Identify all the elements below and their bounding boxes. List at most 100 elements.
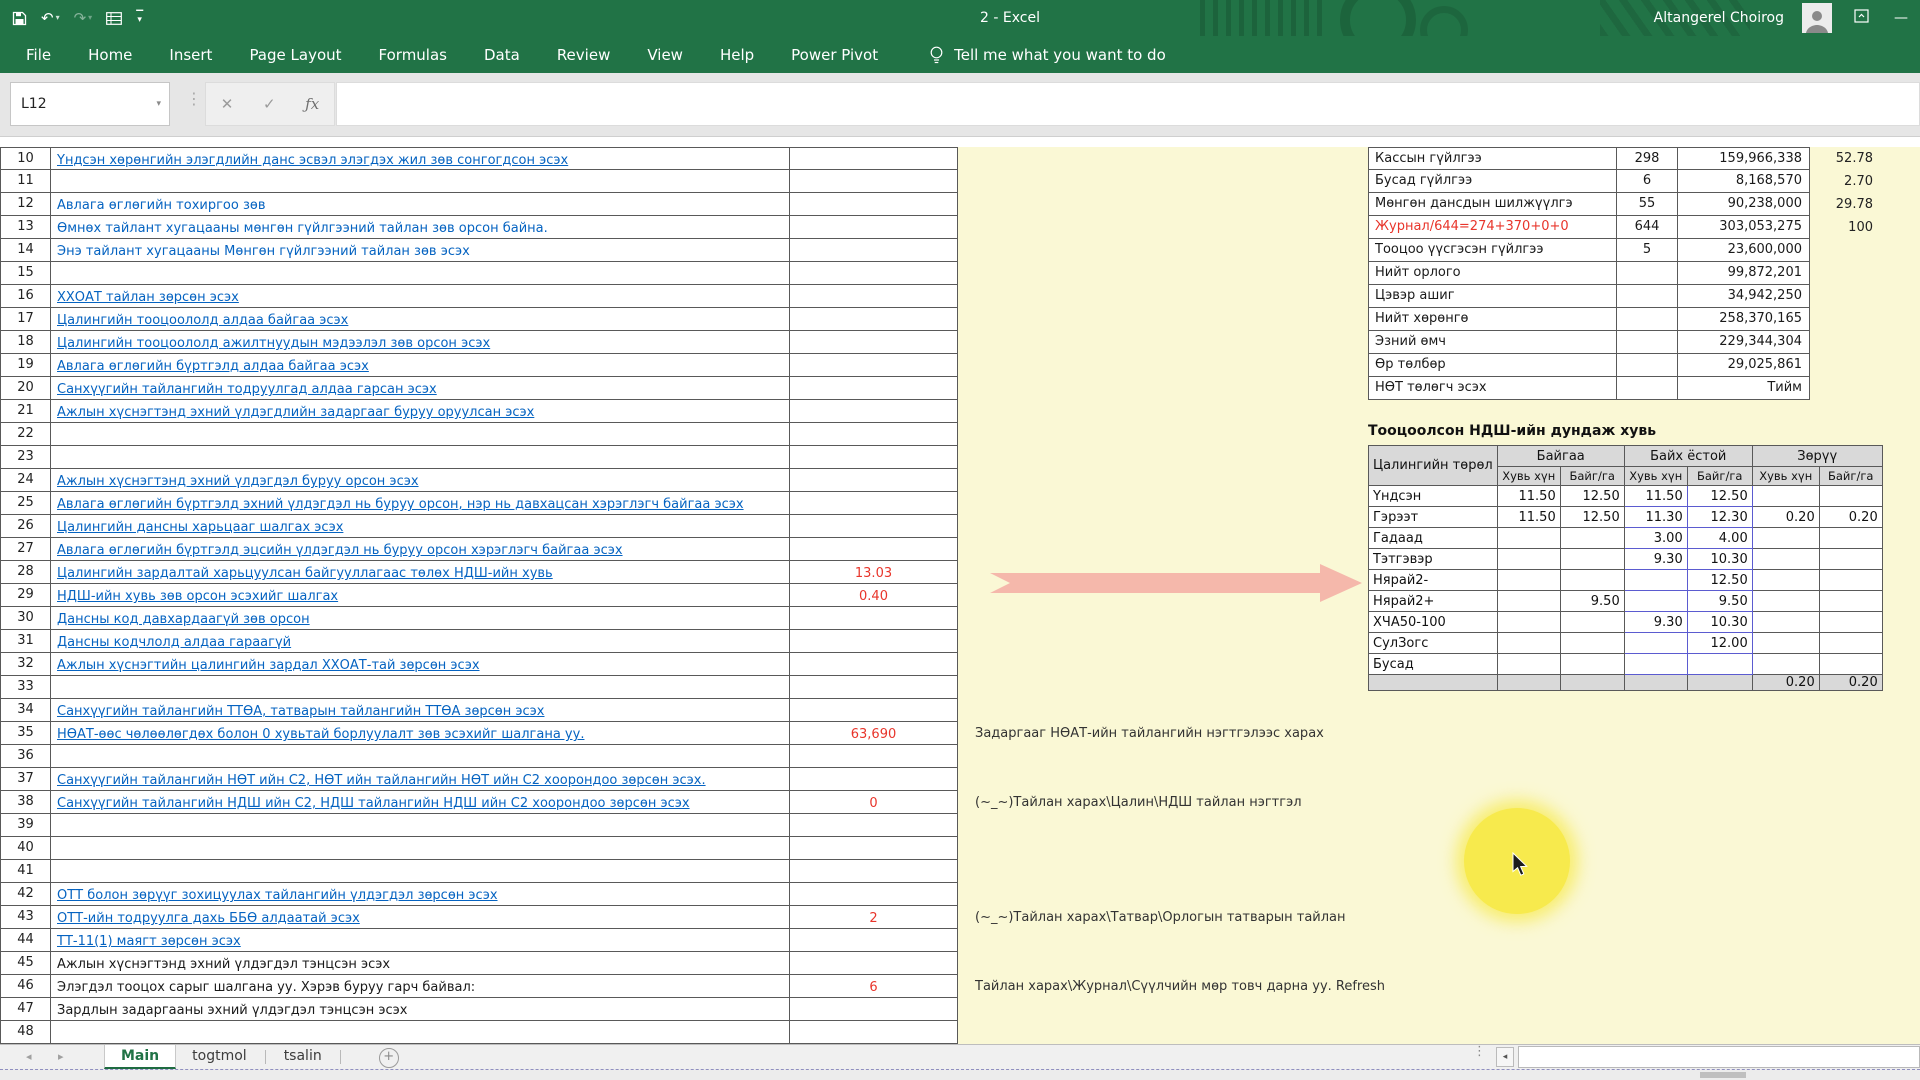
- sheet-tab-togtmol[interactable]: togtmol: [176, 1045, 263, 1069]
- check-item-link[interactable]: Санхүүгийн тайлангийн НДШ ийн С2, НДШ та…: [57, 796, 690, 811]
- summary-label[interactable]: Бусад гүйлгээ: [1368, 170, 1617, 193]
- enter-icon[interactable]: ✓: [263, 95, 276, 113]
- check-item-cell[interactable]: Ажлын хүснэгтэнд эхний үлдэгдлийн задарг…: [51, 400, 790, 423]
- check-item-cell[interactable]: Ажлын хүснэгтийн цалингийн зардал ХХОАТ-…: [51, 653, 790, 676]
- check-item-link[interactable]: Санхүүгийн тайлангийн тодруулгад алдаа г…: [57, 382, 437, 397]
- ndsh-value-cell[interactable]: [1819, 633, 1882, 654]
- summary-label[interactable]: Нийт хөрөнгө: [1368, 308, 1617, 331]
- result-value-cell[interactable]: 2: [790, 906, 958, 929]
- check-item-link[interactable]: Үндсэн хөрөнгийн элэгдлийн данс эсвэл эл…: [57, 153, 568, 168]
- check-item-cell[interactable]: [51, 837, 790, 860]
- summary-count[interactable]: [1617, 308, 1678, 331]
- cancel-icon[interactable]: ✕: [221, 95, 234, 113]
- check-item-link[interactable]: Санхүүгийн тайлангийн ТТӨА, татварын тай…: [57, 704, 545, 719]
- name-box-dropdown-icon[interactable]: ▾: [156, 83, 161, 125]
- result-value-cell[interactable]: [790, 423, 958, 446]
- ndsh-salary-type[interactable]: Тэтгэвэр: [1369, 549, 1498, 570]
- check-item-cell[interactable]: ОТТ болон зөрүүг зохицуулах тайлангийн ү…: [51, 883, 790, 906]
- result-value-cell[interactable]: [790, 814, 958, 837]
- ndsh-value-cell[interactable]: [1560, 549, 1624, 570]
- outer-scrollbar-thumb[interactable]: [1700, 1072, 1746, 1078]
- summary-value[interactable]: 229,344,304: [1678, 331, 1810, 354]
- check-item-link[interactable]: Цалингийн тооцоололд ажилтнуудын мэдээлэ…: [57, 336, 490, 351]
- row-number[interactable]: 35: [0, 722, 51, 745]
- instruction-note[interactable]: (~_~)Тайлан харах\Цалин\НДШ тайлан нэгтг…: [975, 791, 1302, 814]
- check-item-cell[interactable]: Дансны кодчлолд алдаа гараагүй: [51, 630, 790, 653]
- ndsh-value-cell[interactable]: 9.50: [1687, 591, 1752, 612]
- check-item-cell[interactable]: Санхүүгийн тайлангийн НӨТ ийн С2, НӨТ ий…: [51, 768, 790, 791]
- row-number[interactable]: 33: [0, 676, 51, 699]
- result-value-cell[interactable]: [790, 860, 958, 883]
- ndsh-salary-type[interactable]: СулЗогс: [1369, 633, 1498, 654]
- check-item-cell[interactable]: Санхүүгийн тайлангийн НДШ ийн С2, НДШ та…: [51, 791, 790, 814]
- ndsh-value-cell[interactable]: [1687, 654, 1752, 675]
- ndsh-value-cell[interactable]: 11.50: [1624, 486, 1687, 507]
- insert-function-icon[interactable]: ƒx: [305, 95, 319, 113]
- row-number[interactable]: 21: [0, 400, 51, 423]
- next-sheet-arrow[interactable]: ▸: [58, 1045, 64, 1069]
- ndsh-value-cell[interactable]: [1560, 633, 1624, 654]
- result-value-cell[interactable]: [790, 469, 958, 492]
- check-item-cell[interactable]: Цалингийн тооцоололд алдаа байгаа эсэх: [51, 308, 790, 331]
- result-value-cell[interactable]: [790, 147, 958, 170]
- ndsh-value-cell[interactable]: 11.30: [1624, 507, 1687, 528]
- ndsh-value-cell[interactable]: [1497, 528, 1560, 549]
- row-number[interactable]: 40: [0, 837, 51, 860]
- result-value-cell[interactable]: [790, 952, 958, 975]
- sheet-tab-tsalin[interactable]: tsalin: [268, 1045, 338, 1069]
- check-item-cell[interactable]: Авлага өглөгийн бүртгэлд эцсийн үлдэгдэл…: [51, 538, 790, 561]
- row-number[interactable]: 45: [0, 952, 51, 975]
- row-number[interactable]: 27: [0, 538, 51, 561]
- summary-label[interactable]: Кассын гүйлгээ: [1368, 147, 1617, 170]
- check-item-cell[interactable]: Үндсэн хөрөнгийн элэгдлийн данс эсвэл эл…: [51, 147, 790, 170]
- check-item-link[interactable]: ТТ-11(1) маягт зөрсөн эсэх: [57, 934, 241, 949]
- horizontal-scrollbar[interactable]: [1518, 1046, 1920, 1068]
- ndsh-value-cell[interactable]: 12.30: [1687, 507, 1752, 528]
- check-item-link[interactable]: Ажлын хүснэгтийн цалингийн зардал ХХОАТ-…: [57, 658, 480, 673]
- check-item-cell[interactable]: Цалингийн тооцоололд ажилтнуудын мэдээлэ…: [51, 331, 790, 354]
- row-number[interactable]: 13: [0, 216, 51, 239]
- result-value-cell[interactable]: 13.03: [790, 561, 958, 584]
- result-value-cell[interactable]: [790, 354, 958, 377]
- ndsh-value-cell[interactable]: [1752, 633, 1819, 654]
- check-item-cell[interactable]: Авлага өглөгийн бүртгэлд эхний үлдэгдэл …: [51, 492, 790, 515]
- check-item-cell[interactable]: [51, 262, 790, 285]
- ndsh-value-cell[interactable]: 9.30: [1624, 549, 1687, 570]
- ndsh-salary-type[interactable]: Үндсэн: [1369, 486, 1498, 507]
- ribbon-tab-review[interactable]: Review: [557, 46, 611, 64]
- tell-me-box[interactable]: Tell me what you want to do: [929, 45, 1166, 65]
- summary-count[interactable]: 55: [1617, 193, 1678, 216]
- row-number[interactable]: 25: [0, 492, 51, 515]
- check-item-link[interactable]: ОТТ-ийн тодруулга дахь ББӨ алдаатай эсэх: [57, 911, 360, 926]
- summary-value[interactable]: Тийм: [1678, 377, 1810, 400]
- ribbon-tab-home[interactable]: Home: [88, 46, 132, 64]
- ndsh-value-cell[interactable]: [1819, 654, 1882, 675]
- row-number[interactable]: 42: [0, 883, 51, 906]
- result-value-cell[interactable]: [790, 768, 958, 791]
- result-value-cell[interactable]: [790, 538, 958, 561]
- ndsh-value-cell[interactable]: [1819, 612, 1882, 633]
- check-item-cell[interactable]: [51, 170, 790, 193]
- ndsh-value-cell[interactable]: [1624, 570, 1687, 591]
- row-number[interactable]: 46: [0, 975, 51, 998]
- result-value-cell[interactable]: [790, 699, 958, 722]
- ribbon-tab-power-pivot[interactable]: Power Pivot: [791, 46, 878, 64]
- ndsh-value-cell[interactable]: 12.50: [1687, 570, 1752, 591]
- result-value-cell[interactable]: [790, 515, 958, 538]
- check-item-cell[interactable]: [51, 814, 790, 837]
- instruction-note[interactable]: Задаргааг НӨАТ-ийн тайлангийн нэгтгэлээс…: [975, 722, 1324, 745]
- summary-value[interactable]: 23,600,000: [1678, 239, 1810, 262]
- result-value-cell[interactable]: 6: [790, 975, 958, 998]
- touch-mode-icon[interactable]: [106, 12, 122, 25]
- ndsh-value-cell[interactable]: 11.50: [1497, 507, 1560, 528]
- row-number[interactable]: 34: [0, 699, 51, 722]
- ndsh-value-cell[interactable]: 0.20: [1752, 507, 1819, 528]
- row-number[interactable]: 11: [0, 170, 51, 193]
- summary-count[interactable]: 5: [1617, 239, 1678, 262]
- row-number[interactable]: 41: [0, 860, 51, 883]
- summary-count[interactable]: [1617, 285, 1678, 308]
- ndsh-salary-type[interactable]: Нярай2-: [1369, 570, 1498, 591]
- row-number[interactable]: 29: [0, 584, 51, 607]
- check-item-cell[interactable]: [51, 423, 790, 446]
- summary-value[interactable]: 303,053,275: [1678, 216, 1810, 239]
